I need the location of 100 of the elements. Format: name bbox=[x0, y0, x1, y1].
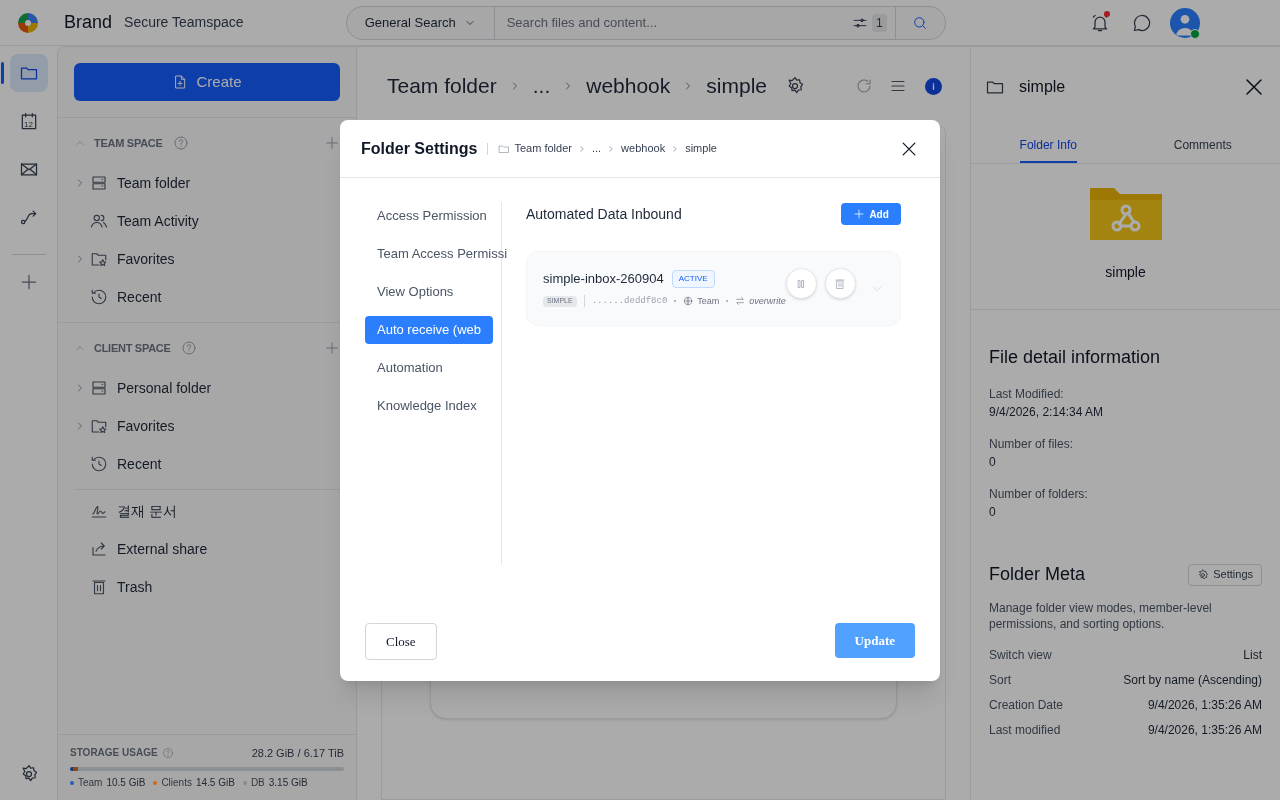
meta-description: Manage folder view modes, member-level permissions, and sorting options. bbox=[989, 600, 1213, 632]
history-icon bbox=[90, 288, 108, 306]
app-subtitle: Secure Teamspace bbox=[124, 13, 244, 32]
settings-menu-item[interactable]: Auto receive (web bbox=[365, 316, 494, 344]
section-heading: Folder Meta bbox=[989, 563, 1086, 586]
info-button[interactable] bbox=[925, 77, 942, 95]
nav-item[interactable]: Personal folder bbox=[58, 369, 356, 407]
trash-icon bbox=[90, 578, 108, 596]
help-icon bbox=[180, 340, 197, 356]
nav-item[interactable]: Recent bbox=[58, 445, 356, 483]
legend-value: 3.15 GiB bbox=[268, 776, 308, 790]
legend-label: Clients bbox=[161, 776, 192, 790]
field-value: 9/4/2026, 2:14:34 AM bbox=[989, 404, 1105, 421]
logo-icon bbox=[16, 10, 40, 35]
token-text: ......deddf8c0 bbox=[591, 294, 668, 308]
settings-icon bbox=[1197, 568, 1210, 581]
dialog-title: Folder Settings bbox=[361, 138, 478, 159]
nav-item[interactable]: External share bbox=[58, 530, 356, 568]
nav-item[interactable]: Team Activity bbox=[58, 202, 356, 240]
legend-label: Team bbox=[78, 776, 103, 790]
storage-total: 28.2 GiB / 6.17 TiB bbox=[251, 745, 344, 761]
calendar-date: 12 bbox=[24, 119, 33, 131]
field-value: 0 bbox=[989, 454, 997, 471]
tab[interactable]: Folder Info bbox=[971, 127, 1126, 163]
settings-button[interactable]: Settings bbox=[1188, 563, 1262, 586]
create-button[interactable]: Create bbox=[74, 63, 340, 101]
breadcrumb-item[interactable]: webhook bbox=[621, 140, 666, 157]
settings-menu-item[interactable]: Access Permission bbox=[365, 202, 499, 230]
meta-value: Sort by name (Ascending) bbox=[1123, 671, 1262, 689]
help-icon bbox=[172, 135, 189, 151]
breadcrumb-item[interactable]: simple bbox=[706, 70, 767, 102]
close-button[interactable]: Close bbox=[365, 623, 437, 660]
breadcrumb-item[interactable]: Team folder bbox=[514, 140, 572, 157]
nav-item[interactable]: Recent bbox=[58, 278, 356, 316]
filter-button[interactable]: 1 bbox=[851, 13, 895, 32]
meta-value: 9/4/2026, 1:35:26 AM bbox=[1147, 696, 1262, 714]
delete-button[interactable] bbox=[824, 268, 856, 299]
meta-value: List bbox=[1243, 646, 1262, 664]
people-icon bbox=[90, 212, 108, 230]
search-input[interactable]: Search files and content... bbox=[494, 6, 852, 39]
nav-item[interactable]: Team folder bbox=[58, 164, 356, 202]
meta-value: 9/4/2026, 1:35:26 AM bbox=[1147, 721, 1262, 739]
section-title: CLIENT SPACE bbox=[94, 340, 171, 356]
add-button[interactable]: Add bbox=[841, 203, 901, 225]
section-title: TEAM SPACE bbox=[94, 135, 163, 151]
legend-value: 14.5 GiB bbox=[195, 776, 235, 790]
meta-label: Sort bbox=[989, 671, 1011, 689]
folder-icon bbox=[498, 142, 511, 155]
trash-icon bbox=[834, 277, 847, 290]
help-icon bbox=[161, 746, 174, 759]
legend-value: 10.5 GiB bbox=[106, 776, 146, 790]
breadcrumb-item[interactable]: webhook bbox=[586, 70, 671, 102]
nav-item[interactable]: Favorites bbox=[58, 407, 356, 445]
history-icon bbox=[90, 455, 108, 473]
settings-menu-item[interactable]: Knowledge Index bbox=[365, 392, 489, 420]
section-title: Automated Data Inbound bbox=[526, 204, 682, 224]
search-bar[interactable]: General Search Search files and content... 1 bbox=[345, 5, 946, 40]
field-label: Number of files: bbox=[989, 436, 1075, 453]
field-value: 0 bbox=[989, 504, 997, 521]
breadcrumb-item[interactable]: simple bbox=[685, 140, 717, 157]
nav-item[interactable]: Trash bbox=[58, 568, 356, 606]
settings-menu-item[interactable]: View Options bbox=[365, 278, 466, 306]
breadcrumb-item[interactable]: ... bbox=[532, 70, 551, 102]
star-folder-icon bbox=[90, 417, 108, 435]
storage-title: STORAGE USAGE bbox=[70, 746, 158, 761]
swap-icon bbox=[735, 296, 746, 307]
breadcrumb-item[interactable]: ... bbox=[591, 140, 602, 157]
inbound-name: simple-inbox-260904 bbox=[543, 270, 664, 288]
legend-label: DB bbox=[250, 776, 265, 790]
nav-item[interactable]: 결재 문서 bbox=[58, 492, 356, 530]
pause-button[interactable] bbox=[785, 268, 817, 299]
tab[interactable]: Comments bbox=[1125, 127, 1280, 163]
mode-text: overwrite bbox=[749, 294, 786, 308]
drive-icon bbox=[90, 174, 108, 192]
refresh-button[interactable] bbox=[855, 77, 873, 95]
meta-label: Switch view bbox=[989, 646, 1052, 664]
drive-icon bbox=[90, 379, 108, 397]
chat-icon bbox=[1131, 12, 1152, 33]
plus-icon bbox=[324, 135, 340, 151]
refresh-icon bbox=[855, 77, 873, 95]
settings-menu-item[interactable]: Automation bbox=[365, 354, 455, 382]
active-indicator bbox=[0, 62, 4, 84]
scope-text: Team bbox=[697, 294, 720, 308]
meta-label: Last modified bbox=[989, 721, 1061, 739]
breadcrumb-item[interactable]: Team folder bbox=[387, 70, 497, 102]
avatar[interactable] bbox=[1169, 7, 1200, 38]
plus-icon bbox=[853, 208, 866, 220]
section-heading: File detail information bbox=[989, 346, 1162, 369]
status-badge: ACTIVE bbox=[671, 269, 715, 288]
rail-calendar-button[interactable]: 12 bbox=[9, 102, 48, 140]
panel-title: simple bbox=[1019, 77, 1066, 97]
chat-button[interactable] bbox=[1131, 12, 1152, 33]
brand-name: Brand bbox=[64, 11, 113, 34]
plus-icon bbox=[324, 340, 340, 356]
globe-icon bbox=[683, 296, 694, 307]
filter-count: 1 bbox=[871, 13, 887, 32]
folder-name: simple bbox=[1105, 263, 1146, 282]
settings-menu-item[interactable]: Team Access Permissi bbox=[365, 240, 520, 268]
scope-dropdown[interactable]: General Search bbox=[346, 6, 495, 39]
nav-item[interactable]: Favorites bbox=[58, 240, 356, 278]
